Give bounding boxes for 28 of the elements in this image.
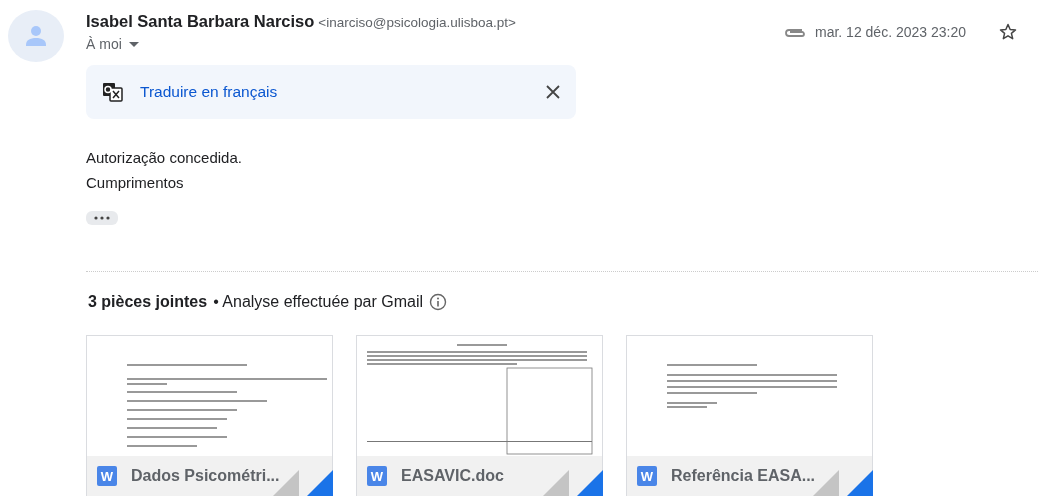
attachment-card[interactable]: W Dados Psicométri... [86, 335, 333, 496]
message-text: Cumprimentos [86, 174, 185, 191]
close-icon[interactable] [546, 85, 560, 99]
word-file-icon: W [637, 466, 657, 486]
recipients-dropdown[interactable]: À moi [86, 36, 139, 52]
message-text: Autorização concedida. [86, 149, 243, 166]
star-icon[interactable] [998, 22, 1018, 42]
attachment-card[interactable]: W EASAVIC.doc [356, 335, 603, 496]
sender-email: <inarciso@psicologia.ulisboa.pt> [318, 15, 516, 30]
avatar-icon [8, 10, 64, 62]
page-corner-icon [813, 470, 873, 496]
caret-icon [128, 41, 139, 47]
translate-link[interactable]: Traduire en français [140, 83, 546, 101]
show-trimmed-button[interactable] [86, 211, 118, 225]
page-corner-icon [543, 470, 603, 496]
ellipsis-icon [94, 216, 110, 220]
message-date: mar. 12 déc. 2023 23:20 [815, 24, 966, 40]
scan-note: • Analyse effectuée par Gmail [213, 293, 424, 311]
word-file-icon: W [367, 466, 387, 486]
attachment-card[interactable]: W Referência EASA... [626, 335, 873, 496]
attachment-filename: Dados Psicométri... [131, 467, 280, 485]
info-icon[interactable] [429, 293, 448, 311]
word-file-icon: W [97, 466, 117, 486]
translate-icon [102, 81, 124, 103]
attachment-filename: EASAVIC.doc [401, 467, 504, 485]
sender-name: Isabel Santa Barbara Narciso [86, 12, 315, 31]
attachment-filename: Referência EASA... [671, 467, 816, 485]
attachments-count: 3 pièces jointes [88, 293, 208, 311]
